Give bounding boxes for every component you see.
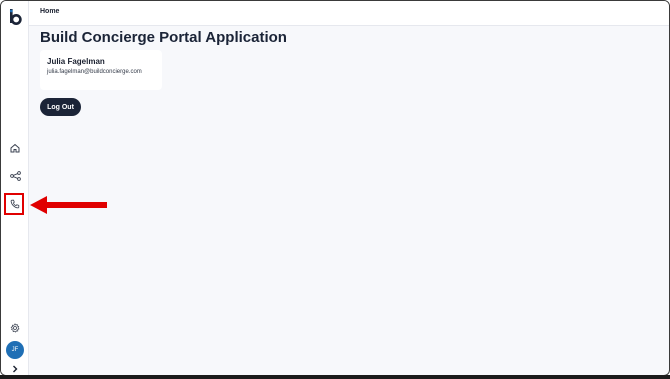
sidebar: JF — [1, 1, 29, 375]
app-window: JF Home Build Concierge Portal Applicati… — [0, 0, 670, 376]
user-card: Julia Fagelman julia.fagelman@buildconci… — [40, 50, 162, 90]
home-icon — [10, 143, 20, 153]
sidebar-item-home[interactable] — [8, 141, 22, 155]
b-logo-icon[interactable] — [8, 8, 22, 26]
page-title: Build Concierge Portal Application — [40, 29, 287, 46]
share-nodes-icon — [9, 171, 21, 181]
log-out-button[interactable]: Log Out — [40, 98, 81, 116]
user-email: julia.fagelman@buildconcierge.com — [47, 69, 142, 75]
highlight-box — [4, 193, 24, 215]
sidebar-item-connections[interactable] — [8, 169, 22, 183]
sidebar-item-settings[interactable] — [8, 321, 22, 335]
gear-icon — [10, 323, 20, 333]
breadcrumb[interactable]: Home — [40, 8, 59, 15]
user-name: Julia Fagelman — [47, 57, 105, 66]
avatar[interactable]: JF — [6, 341, 24, 359]
top-bar: Home — [29, 1, 669, 26]
window-bottom-bar — [0, 375, 670, 379]
chevron-right-icon[interactable] — [10, 364, 20, 374]
annotation-arrow-icon — [30, 196, 107, 214]
